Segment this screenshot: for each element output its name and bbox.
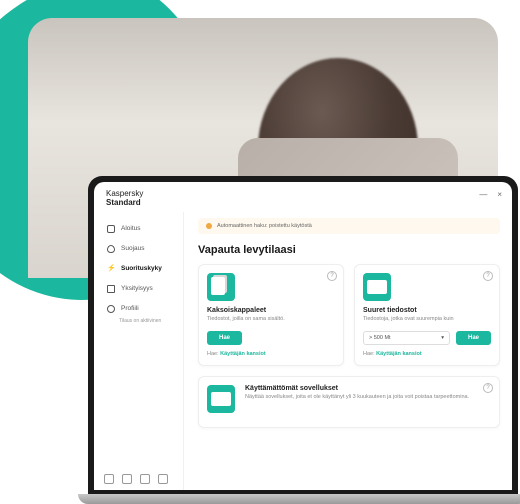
bolt-icon xyxy=(106,264,116,274)
card-desc: Näyttää sovellukset, joita et ole käyttä… xyxy=(245,394,491,401)
card-content: Käyttämättömät sovellukset Näyttää sovel… xyxy=(245,385,491,409)
sidebar-item-label: Suojaus xyxy=(121,245,145,252)
page-title: Vapauta levytilaasi xyxy=(198,244,500,256)
help-icon[interactable]: ? xyxy=(483,271,493,281)
scan-button[interactable]: Hae xyxy=(456,331,491,345)
app-title: Kaspersky Standard xyxy=(106,190,143,208)
banner-text: Automaattinen haku: poistettu käytöstä xyxy=(217,223,312,229)
body-area: Aloitus Suojaus Suorituskyky Yksityisyys… xyxy=(94,212,512,490)
sidebar-item-profiili[interactable]: Profiili xyxy=(104,300,177,318)
minimize-button[interactable]: — xyxy=(479,190,487,199)
footer-prefix: Hae: xyxy=(363,351,375,357)
folder-link[interactable]: Käyttäjän kansiot xyxy=(220,351,266,357)
sidebar-item-label: Suorituskyky xyxy=(121,265,162,272)
sidebar-item-label: Profiili xyxy=(121,305,139,312)
footer-prefix: Hae: xyxy=(207,351,219,357)
select-value: > 500 Mt xyxy=(369,335,391,341)
card-duplicates: ? Kaksoiskappaleet Tiedostot, joilla on … xyxy=(198,264,344,366)
gear-icon[interactable] xyxy=(140,474,150,484)
unused-apps-icon xyxy=(207,385,235,413)
shield-icon xyxy=(106,244,116,254)
sidebar-item-label: Aloitus xyxy=(121,225,141,232)
card-title: Kaksoiskappaleet xyxy=(207,307,335,314)
cards-row: ? Kaksoiskappaleet Tiedostot, joilla on … xyxy=(198,264,500,366)
sidebar-item-suojaus[interactable]: Suojaus xyxy=(104,240,177,258)
card-footer: Hae: Käyttäjän kansiot xyxy=(207,351,335,357)
sidebar-item-label: Yksityisyys xyxy=(121,285,153,292)
size-row: > 500 Mt ▾ Hae xyxy=(363,331,491,345)
duplicates-icon xyxy=(207,273,235,301)
card-desc: Tiedostoja, jotka ovat suurempia kuin xyxy=(363,316,491,323)
scan-button[interactable]: Hae xyxy=(207,331,242,345)
tray-icon-1[interactable] xyxy=(104,474,114,484)
laptop-base xyxy=(78,494,520,504)
sidebar: Aloitus Suojaus Suorituskyky Yksityisyys… xyxy=(94,212,184,490)
chevron-down-icon: ▾ xyxy=(441,335,444,341)
product-name: Standard xyxy=(106,199,143,208)
app-window: Kaspersky Standard — × Aloitus Suojaus S… xyxy=(94,182,512,490)
help-icon[interactable]: ? xyxy=(327,271,337,281)
sidebar-item-yksityisyys[interactable]: Yksityisyys xyxy=(104,280,177,298)
bottom-tray xyxy=(104,466,177,484)
large-files-icon xyxy=(363,273,391,301)
size-select[interactable]: > 500 Mt ▾ xyxy=(363,331,450,345)
help-icon[interactable]: ? xyxy=(483,383,493,393)
headset-icon[interactable] xyxy=(158,474,168,484)
card-footer: Hae: Käyttäjän kansiot xyxy=(363,351,491,357)
window-controls: — × xyxy=(479,190,502,199)
profile-status: Tilaus on aktiivinen xyxy=(119,318,177,324)
tray-icon-2[interactable] xyxy=(122,474,132,484)
folder-link[interactable]: Käyttäjän kansiot xyxy=(376,351,422,357)
info-banner: Automaattinen haku: poistettu käytöstä xyxy=(198,218,500,234)
titlebar: Kaspersky Standard — × xyxy=(94,182,512,212)
home-icon xyxy=(106,224,116,234)
card-title: Käyttämättömät sovellukset xyxy=(245,385,491,392)
lock-icon xyxy=(106,284,116,294)
card-desc: Tiedostot, joilla on sama sisältö. xyxy=(207,316,335,323)
card-unused-apps: ? Käyttämättömät sovellukset Näyttää sov… xyxy=(198,376,500,428)
main-content: Automaattinen haku: poistettu käytöstä V… xyxy=(184,212,512,490)
sidebar-item-aloitus[interactable]: Aloitus xyxy=(104,220,177,238)
card-title: Suuret tiedostot xyxy=(363,307,491,314)
card-large-files: ? Suuret tiedostot Tiedostoja, jotka ova… xyxy=(354,264,500,366)
close-button[interactable]: × xyxy=(497,190,502,199)
sidebar-item-suorituskyky[interactable]: Suorituskyky xyxy=(104,260,177,278)
user-icon xyxy=(106,304,116,314)
warning-icon xyxy=(206,223,212,229)
